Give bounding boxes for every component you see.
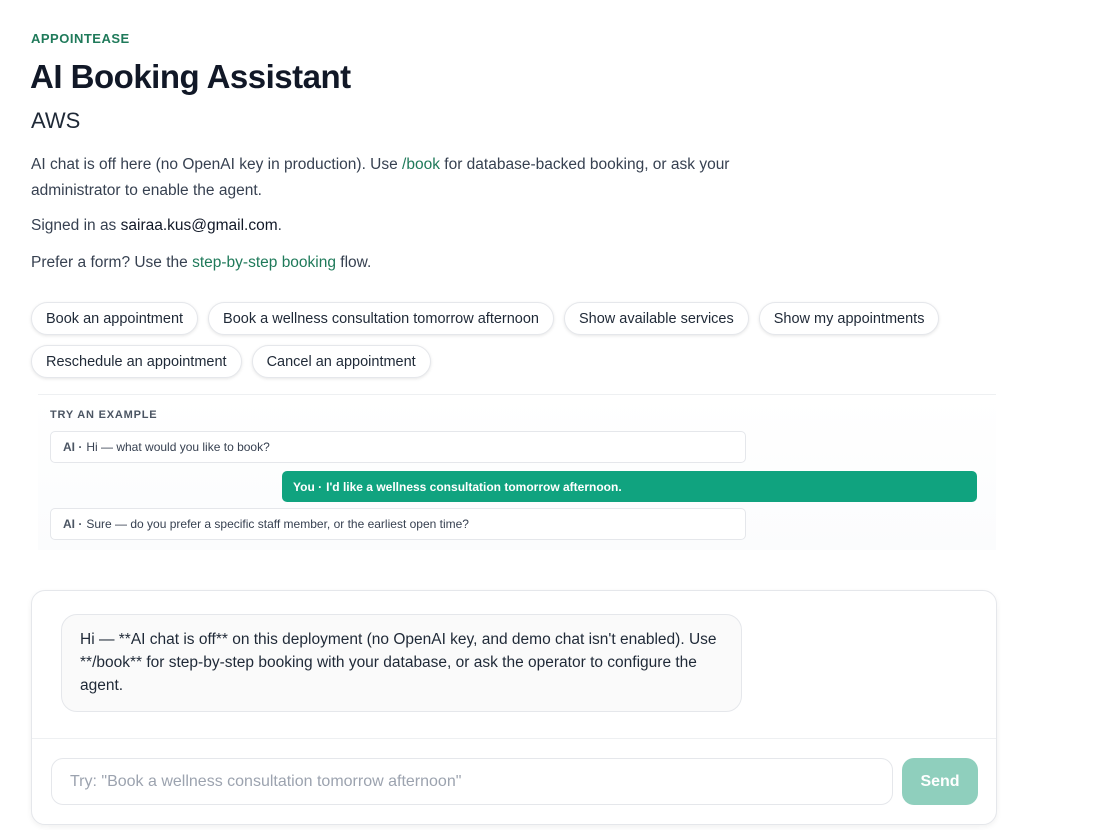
- send-button[interactable]: Send: [902, 758, 978, 805]
- example-ai-message: AI · Sure — do you prefer a specific sta…: [50, 508, 746, 540]
- brand-label: APPOINTEASE: [31, 31, 130, 46]
- message-author: AI ·: [63, 440, 83, 454]
- signed-in-prefix: Signed in as: [31, 217, 121, 234]
- message-author: AI ·: [63, 517, 83, 531]
- example-conversation: TRY AN EXAMPLE AI · Hi — what would you …: [38, 394, 996, 550]
- step-by-step-booking-link[interactable]: step-by-step booking: [192, 254, 336, 271]
- suggestion-cancel[interactable]: Cancel an appointment: [251, 345, 431, 378]
- suggestion-book-wellness[interactable]: Book a wellness consultation tomorrow af…: [208, 302, 554, 335]
- suggestion-row: Reschedule an appointment Cancel an appo…: [31, 345, 931, 378]
- environment-label: AWS: [31, 108, 81, 133]
- chat-divider: [32, 738, 996, 739]
- suggestion-row: Book an appointment Book a wellness cons…: [31, 302, 940, 335]
- page-title: AI Booking Assistant: [30, 58, 351, 95]
- message-text: I'd like a wellness consultation tomorro…: [326, 479, 622, 494]
- user-email: sairaa.kus@gmail.com: [120, 217, 278, 234]
- assistant-message: Hi — **AI chat is off** on this deployme…: [61, 614, 742, 712]
- chat-panel: Hi — **AI chat is off** on this deployme…: [31, 590, 997, 825]
- suggestion-chips: Book an appointment Book a wellness cons…: [31, 302, 940, 388]
- prefer-form-hint: Prefer a form? Use the step-by-step book…: [31, 254, 371, 272]
- example-ai-message: AI · Hi — what would you like to book?: [50, 431, 746, 463]
- example-user-message: You · I'd like a wellness consultation t…: [282, 471, 977, 502]
- prefer-text-start: Prefer a form? Use the: [31, 254, 193, 271]
- signed-in-suffix: .: [277, 217, 282, 234]
- message-text: Sure — do you prefer a specific staff me…: [86, 517, 469, 531]
- suggestion-reschedule[interactable]: Reschedule an appointment: [31, 345, 242, 378]
- prefer-text-end: flow.: [335, 254, 372, 271]
- signed-in-info: Signed in as sairaa.kus@gmail.com.: [31, 217, 282, 235]
- example-heading: TRY AN EXAMPLE: [50, 409, 158, 421]
- message-text: Hi — what would you like to book?: [86, 440, 270, 454]
- chat-input[interactable]: [51, 758, 893, 805]
- suggestion-show-my-appointments[interactable]: Show my appointments: [758, 302, 940, 335]
- suggestion-show-services[interactable]: Show available services: [564, 302, 749, 335]
- notice-text-start: AI chat is off here (no OpenAI key in pr…: [31, 156, 403, 173]
- book-link[interactable]: /book: [402, 156, 440, 173]
- suggestion-book-appointment[interactable]: Book an appointment: [31, 302, 199, 335]
- ai-off-notice: AI chat is off here (no OpenAI key in pr…: [31, 152, 771, 204]
- message-author: You ·: [293, 479, 323, 494]
